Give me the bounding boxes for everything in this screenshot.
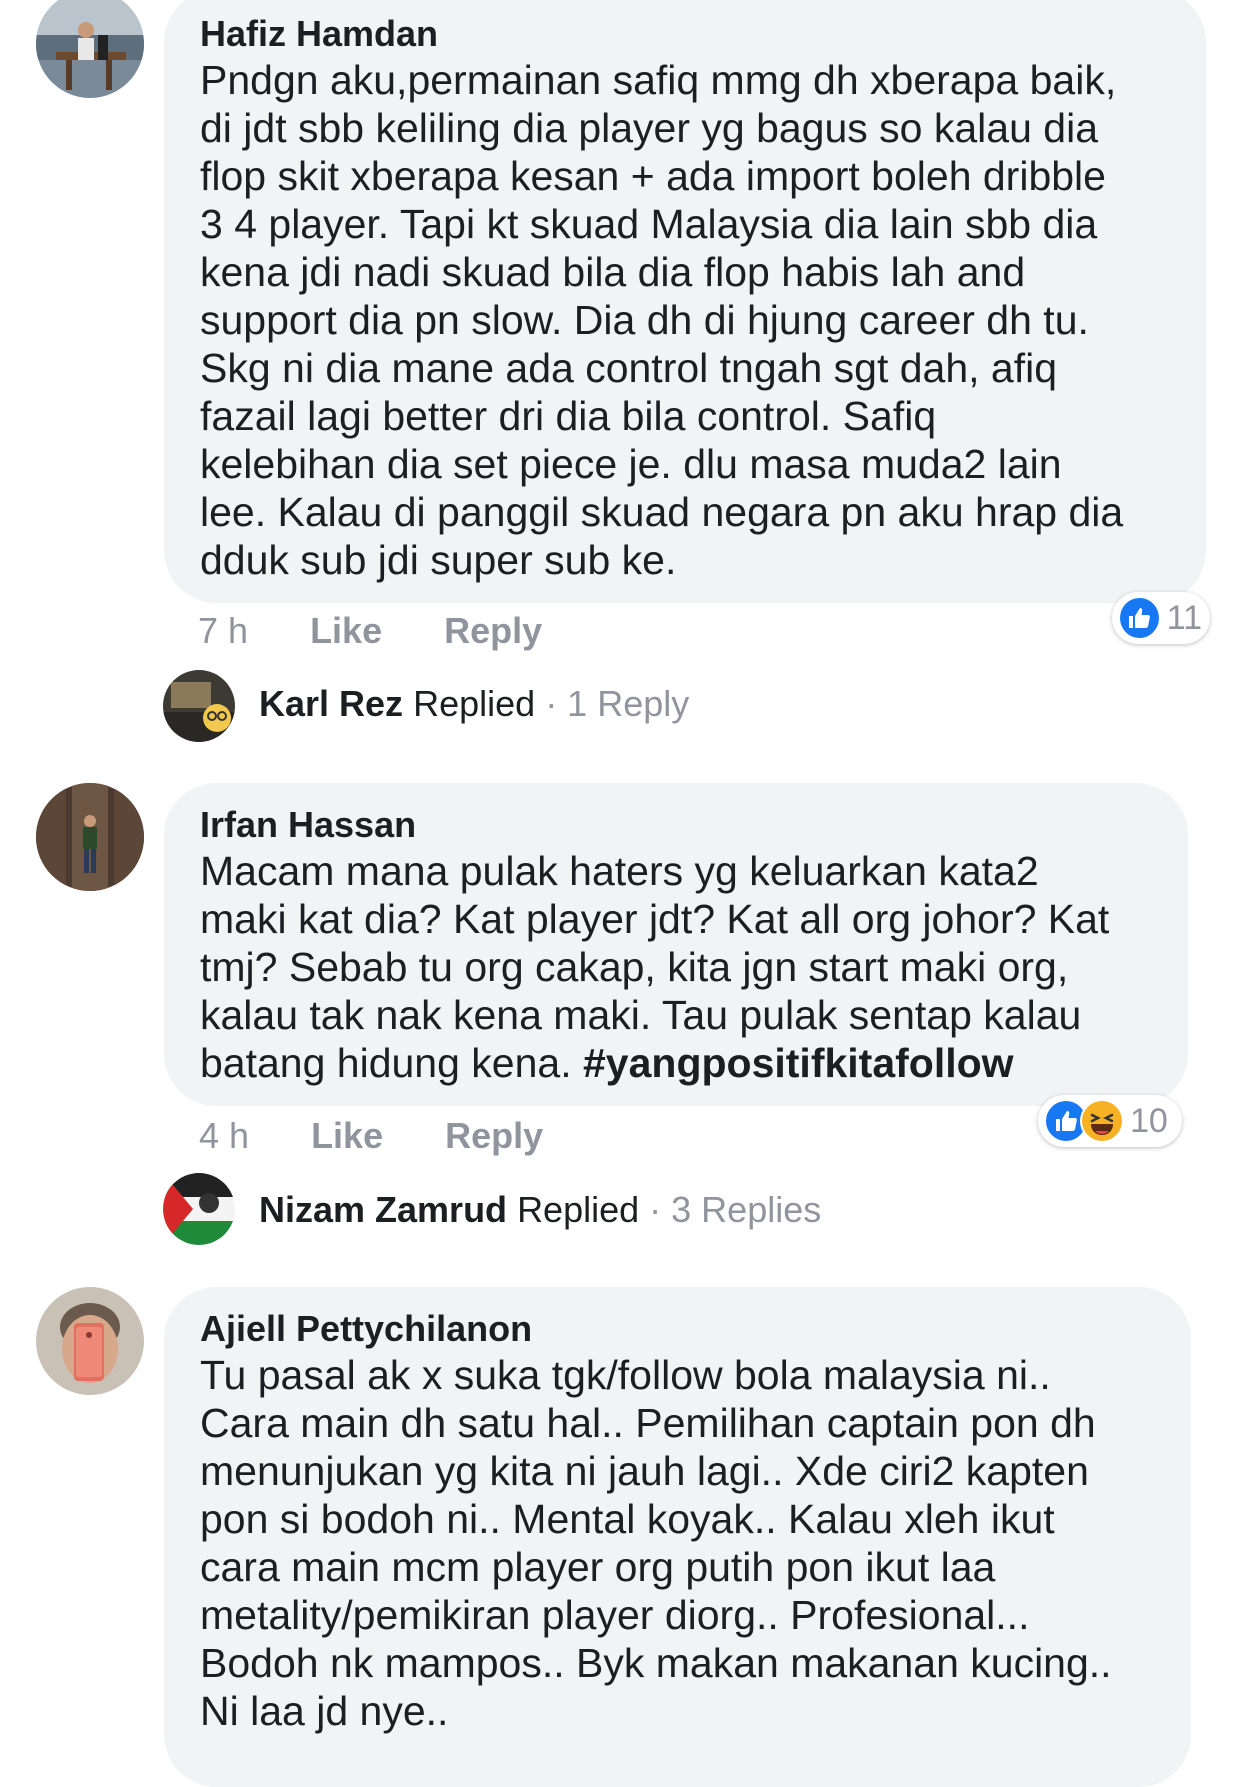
comment-text: Pndgn aku,permainan safiq mmg dh xberapa… (200, 57, 1124, 583)
replier-avatar[interactable] (163, 670, 235, 742)
comment-actions: 4 h Like Reply (199, 1115, 595, 1157)
comment-text: Macam mana pulak haters yg keluarkan kat… (200, 848, 1110, 1086)
reaction-count: 11 (1166, 598, 1202, 637)
reaction-summary[interactable]: 11 (1112, 592, 1210, 644)
replied-label: Replied (413, 683, 536, 724)
like-button[interactable]: Like (311, 1115, 383, 1157)
replier-name: Karl Rez (259, 683, 404, 724)
reply-button[interactable]: Reply (445, 1115, 543, 1157)
comment-author[interactable]: Hafiz Hamdan (200, 14, 1168, 54)
comment-text: Tu pasal ak x suka tgk/follow bola malay… (200, 1352, 1112, 1734)
reply-button[interactable]: Reply (444, 610, 542, 652)
commenter-avatar[interactable] (36, 783, 144, 891)
reaction-count: 10 (1130, 1101, 1168, 1140)
comment-author[interactable]: Irfan Hassan (200, 805, 1150, 845)
commenter-avatar[interactable] (36, 0, 144, 98)
reply-count: · 3 Replies (649, 1189, 822, 1230)
comment-bubble: Ajiell Pettychilanon Tu pasal ak x suka … (164, 1287, 1191, 1787)
comment-bubble: Irfan Hassan Macam mana pulak haters yg … (164, 783, 1188, 1106)
comment-timestamp[interactable]: 7 h (198, 610, 248, 652)
reply-count: · 1 Reply (545, 683, 690, 724)
replier-avatar[interactable] (163, 1173, 235, 1245)
commenter-avatar[interactable] (36, 1287, 144, 1395)
comment-actions: 7 h Like Reply (198, 610, 594, 652)
replier-name: Nizam Zamrud (259, 1189, 508, 1230)
reaction-summary[interactable]: 10 (1038, 1095, 1182, 1147)
hashtag-link[interactable]: #yangpositifkitafollow (583, 1040, 1014, 1086)
like-icon (1118, 596, 1161, 640)
comment-timestamp[interactable]: 4 h (199, 1115, 249, 1157)
comment-author[interactable]: Ajiell Pettychilanon (200, 1309, 1153, 1349)
view-replies-link[interactable]: Karl Rez Replied · 1 Reply (259, 683, 689, 725)
haha-icon (1080, 1099, 1124, 1143)
comment-bubble: Hafiz Hamdan Pndgn aku,permainan safiq m… (164, 0, 1206, 603)
like-button[interactable]: Like (310, 610, 382, 652)
avatar-photo-icon (36, 0, 144, 98)
view-replies-link[interactable]: Nizam Zamrud Replied · 3 Replies (259, 1189, 821, 1231)
avatar-photo-icon (163, 1173, 235, 1245)
avatar-photo-icon (163, 670, 235, 742)
replied-label: Replied (517, 1189, 640, 1230)
avatar-photo-icon (36, 783, 144, 891)
avatar-photo-icon (36, 1287, 144, 1395)
